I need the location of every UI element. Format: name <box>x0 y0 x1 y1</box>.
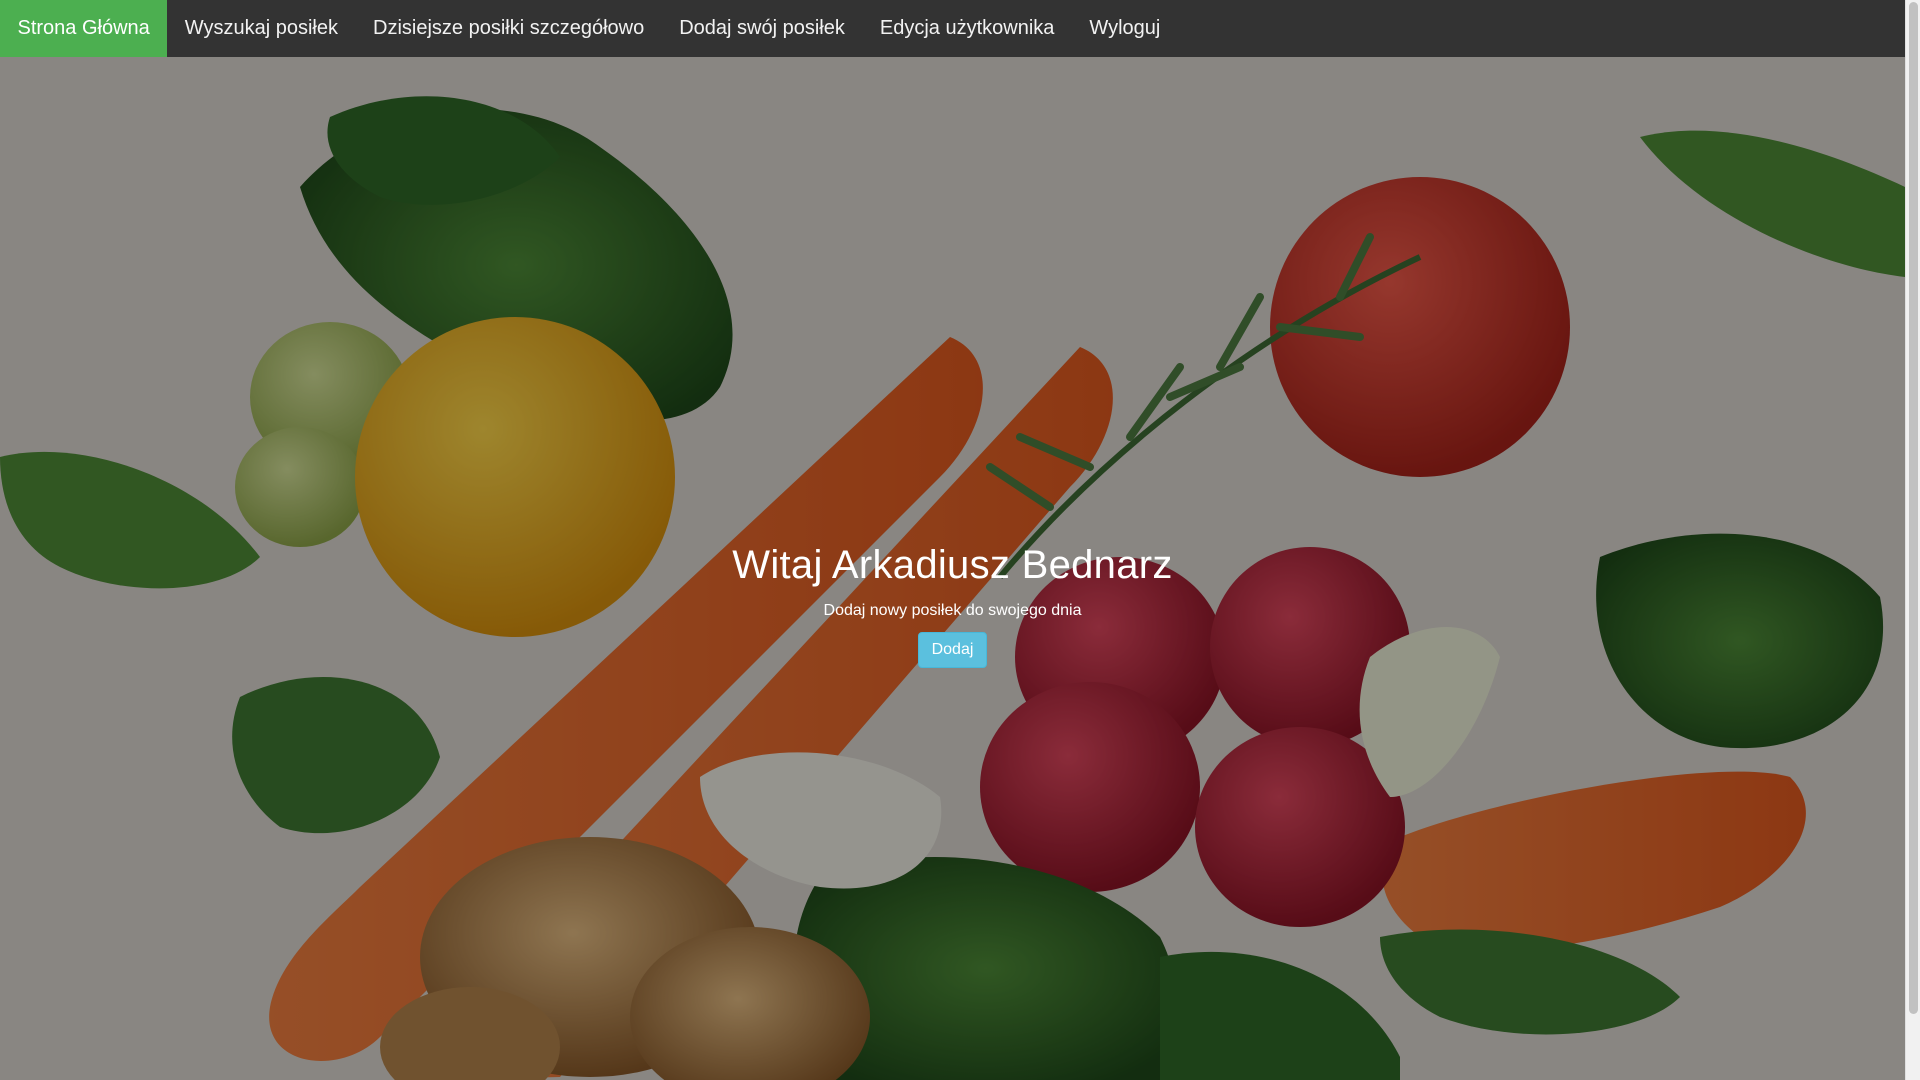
nav-item-logout[interactable]: Wyloguj <box>1072 0 1178 57</box>
nav-item-search-meal[interactable]: Wyszukaj posiłek <box>167 0 355 57</box>
nav-item-add-meal[interactable]: Dodaj swój posiłek <box>662 0 863 57</box>
welcome-title: Witaj Arkadiusz Bednarz <box>732 543 1173 587</box>
vertical-scrollbar[interactable] <box>1905 0 1920 1080</box>
nav-item-todays-meals[interactable]: Dzisiejsze posiłki szczegółowo <box>356 0 662 57</box>
nav-item-edit-user[interactable]: Edycja użytkownika <box>862 0 1072 57</box>
hero-content: Witaj Arkadiusz Bednarz Dodaj nowy posił… <box>0 543 1905 668</box>
nav-item-home[interactable]: Strona Główna <box>0 0 168 57</box>
page: Strona Główna Wyszukaj posiłek Dzisiejsz… <box>0 0 1920 1080</box>
hero-subtitle: Dodaj nowy posiłek do swojego dnia <box>823 602 1082 619</box>
top-navbar: Strona Główna Wyszukaj posiłek Dzisiejsz… <box>0 0 1905 57</box>
hero-section: Witaj Arkadiusz Bednarz Dodaj nowy posił… <box>0 57 1905 1080</box>
add-meal-button[interactable]: Dodaj <box>917 632 988 668</box>
scrollbar-thumb[interactable] <box>1909 2 1918 1014</box>
